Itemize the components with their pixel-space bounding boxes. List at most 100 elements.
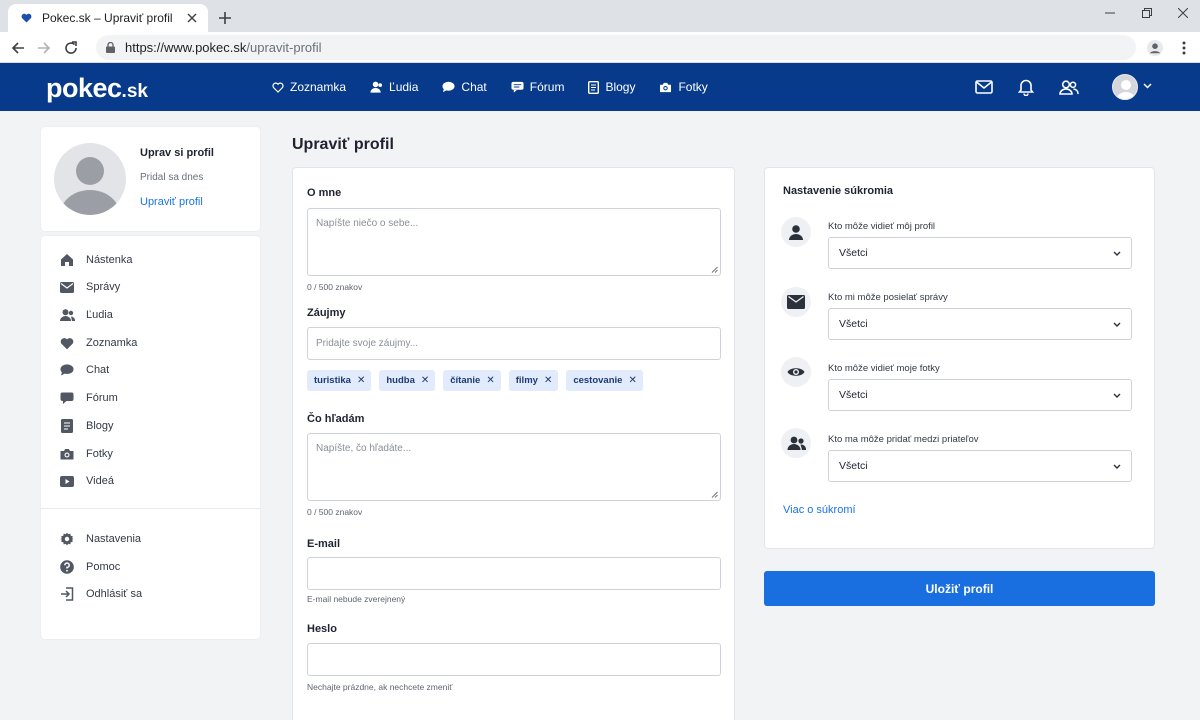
about-counter: 0 / 500 znakov	[307, 282, 363, 292]
remove-tag-icon[interactable]: ✕	[544, 375, 552, 386]
sidebar-item-nastenka[interactable]: Nástenka	[59, 250, 132, 270]
profile-visibility-select[interactable]: Všetci	[828, 237, 1132, 269]
interest-tag: filmy ✕	[508, 370, 559, 391]
person-icon	[781, 217, 811, 247]
envelope-icon	[781, 287, 811, 317]
interest-tag: turistika ✕	[307, 370, 372, 391]
document-icon	[588, 80, 605, 94]
privacy-more-link[interactable]: Viac o súkromí	[783, 504, 856, 516]
sidebar-menu: Nástenka Správy Ľudia Zoznamka Chat Fóru…	[41, 236, 260, 639]
about-textarea[interactable]: Napíšte niečo o sebe...	[307, 208, 721, 276]
sidebar-item-fotky[interactable]: Fotky	[59, 444, 113, 464]
help-icon	[59, 559, 75, 575]
interests-placeholder: Pridajte svoje záujmy...	[316, 338, 419, 349]
forum-icon	[59, 390, 75, 406]
sidebar-item-videa[interactable]: Videá	[59, 471, 114, 491]
remove-tag-icon[interactable]: ✕	[421, 375, 429, 386]
nav-chat[interactable]: Chat	[442, 80, 487, 94]
select-value: Všetci	[839, 247, 868, 259]
sidebar-item-ludia[interactable]: Ľudia	[59, 305, 113, 325]
nav-label: Fórum	[529, 80, 565, 94]
sidebar-item-nastavenia[interactable]: Nastavenia	[59, 529, 141, 549]
browser-profile-icon[interactable]	[1143, 36, 1167, 60]
forward-arrow-icon[interactable]	[32, 36, 56, 60]
interest-tag: čítanie ✕	[443, 370, 501, 391]
notifications-bell-icon[interactable]	[1015, 76, 1037, 98]
browser-tab[interactable]: Pokec.sk – Upraviť profil	[8, 4, 208, 32]
nav-blogy[interactable]: Blogy	[588, 80, 635, 94]
save-profile-button[interactable]: Uložiť profil	[764, 571, 1155, 606]
sidebar-item-label: Zoznamka	[86, 337, 138, 349]
user-avatar[interactable]	[1112, 74, 1138, 100]
tag-label: cestovanie	[573, 375, 623, 386]
people-icon	[59, 307, 75, 323]
resize-grip-icon[interactable]	[711, 266, 718, 273]
logout-icon	[59, 586, 75, 602]
seeking-placeholder: Napíšte, čo hľadáte...	[316, 443, 412, 454]
nav-label: Blogy	[605, 80, 636, 94]
sidebar-item-forum[interactable]: Fórum	[59, 388, 118, 408]
edit-profile-link[interactable]: Upraviť profil	[140, 196, 203, 208]
window-minimize-icon[interactable]	[1091, 2, 1129, 24]
photos-visibility-select[interactable]: Všetci	[828, 379, 1132, 411]
nav-fotky[interactable]: Fotky	[659, 80, 708, 94]
chevron-down-icon[interactable]	[1143, 83, 1152, 89]
seeking-textarea[interactable]: Napíšte, čo hľadáte...	[307, 433, 721, 501]
sidebar-item-odhlasit[interactable]: Odhlásiť sa	[59, 584, 142, 604]
chat-icon	[59, 362, 75, 378]
camera-icon	[659, 82, 678, 93]
heart-icon	[272, 82, 290, 93]
select-value: Všetci	[839, 389, 868, 401]
email-field[interactable]	[307, 557, 721, 590]
privacy-title: Nastavenie súkromia	[783, 185, 894, 197]
sidebar-item-blogy[interactable]: Blogy	[59, 416, 114, 436]
window-close-icon[interactable]	[1164, 2, 1200, 24]
sidebar-item-label: Nástenka	[86, 254, 133, 266]
privacy-row-label: Kto môže vidieť môj profil	[828, 221, 936, 232]
messages-permission-select[interactable]: Všetci	[828, 308, 1132, 340]
browser-menu-icon[interactable]	[1172, 36, 1196, 60]
chevron-down-icon	[1113, 393, 1121, 398]
remove-tag-icon[interactable]: ✕	[628, 375, 636, 386]
browser-toolbar: https://www.pokec.sk/upravit-profil	[0, 32, 1200, 63]
resize-grip-icon[interactable]	[711, 491, 718, 498]
pokec-logo[interactable]: pokec .sk	[46, 73, 148, 103]
remove-tag-icon[interactable]: ✕	[357, 375, 365, 386]
window-restore-icon[interactable]	[1128, 2, 1166, 24]
friend-requests-select[interactable]: Všetci	[828, 450, 1132, 482]
profile-summary-card: Uprav si profil Pridal sa dnes Upraviť p…	[41, 127, 260, 231]
password-label: Heslo	[307, 623, 337, 635]
remove-tag-icon[interactable]: ✕	[486, 375, 494, 386]
password-hint: Nechajte prázdne, ak nechcete zmeniť	[307, 682, 453, 692]
privacy-row-label: Kto môže vidieť moje fotky	[828, 363, 940, 374]
friends-people-icon[interactable]	[1058, 76, 1080, 98]
new-tab-plus-icon[interactable]	[214, 7, 236, 29]
tag-label: čítanie	[450, 375, 481, 386]
password-field[interactable]	[307, 643, 721, 676]
interest-tags: turistika ✕ hudba ✕ čítanie ✕ filmy ✕ cestov…	[307, 370, 651, 391]
reload-icon[interactable]	[59, 36, 83, 60]
sidebar-divider	[41, 508, 260, 509]
messages-envelope-icon[interactable]	[973, 76, 995, 98]
tab-close-icon[interactable]	[184, 10, 200, 26]
sidebar-item-zoznamka[interactable]: Zoznamka	[59, 333, 137, 353]
logo-tld: .sk	[121, 81, 148, 102]
sidebar-item-label: Fotky	[86, 448, 113, 460]
nav-label: Fotky	[678, 80, 708, 94]
eye-icon	[781, 357, 811, 387]
sidebar-item-spravy[interactable]: Správy	[59, 277, 120, 297]
profile-form-card: O mne Napíšte niečo o sebe... 0 / 500 zn…	[292, 167, 735, 720]
profile-card-subtitle: Pridal sa dnes	[140, 172, 204, 183]
sidebar-item-label: Chat	[86, 364, 110, 376]
interests-input[interactable]: Pridajte svoje záujmy...	[307, 327, 721, 360]
people-icon	[781, 428, 811, 458]
sidebar-item-pomoc[interactable]: Pomoc	[59, 557, 120, 577]
chevron-down-icon	[1113, 322, 1121, 327]
address-bar[interactable]: https://www.pokec.sk/upravit-profil	[96, 35, 1136, 60]
back-arrow-icon[interactable]	[6, 36, 30, 60]
site-favicon-icon	[18, 10, 34, 26]
sidebar-item-chat[interactable]: Chat	[59, 360, 109, 380]
nav-zoznamka[interactable]: Zoznamka	[272, 80, 346, 94]
nav-forum[interactable]: Fórum	[511, 80, 565, 94]
nav-ludia[interactable]: Ľudia	[370, 80, 418, 94]
